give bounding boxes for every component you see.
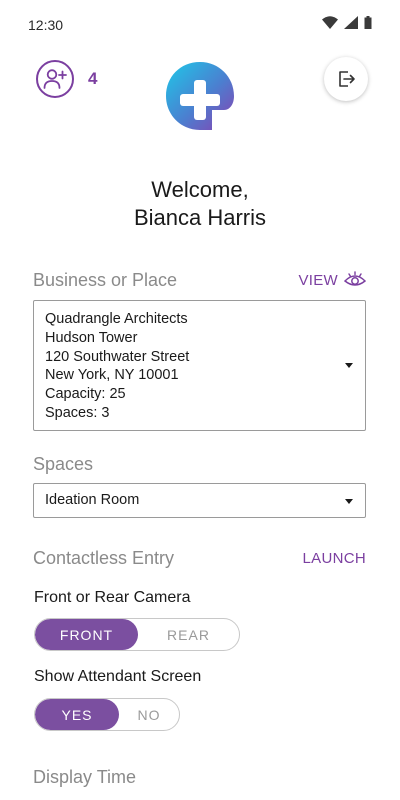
welcome-greeting: Welcome,: [151, 177, 249, 202]
business-label: Business or Place: [33, 270, 178, 290]
logout-button[interactable]: [324, 57, 368, 101]
spaces-selected-value: Ideation Room: [45, 492, 140, 508]
user-name: Bianca Harris: [133, 205, 267, 230]
app-logo: [166, 62, 234, 130]
business-city: New York, NY 10001: [45, 367, 179, 384]
attendant-option-yes[interactable]: YES: [35, 699, 119, 730]
spaces-select[interactable]: Ideation Room: [33, 483, 366, 518]
invite-user-button[interactable]: [36, 60, 74, 98]
business-select[interactable]: Quadrangle Architects Hudson Tower 120 S…: [33, 300, 366, 431]
business-name: Quadrangle Architects: [45, 311, 188, 327]
spaces-label: Spaces: [33, 454, 94, 474]
business-building: Hudson Tower: [45, 329, 138, 346]
business-street: 120 Southwater Street: [45, 348, 190, 365]
dropdown-caret-icon: [345, 499, 353, 504]
battery-icon: [364, 16, 372, 29]
launch-button[interactable]: LAUNCH: [303, 550, 366, 567]
status-icons: [322, 16, 372, 29]
status-time: 12:30: [28, 17, 64, 33]
view-button[interactable]: VIEW: [298, 271, 366, 289]
attendant-option-no[interactable]: NO: [119, 699, 179, 730]
contactless-label: Contactless Entry: [33, 548, 175, 568]
camera-option-front[interactable]: FRONT: [35, 619, 138, 650]
business-capacity: Capacity: 25: [45, 386, 126, 403]
signal-icon: [344, 16, 358, 29]
eye-icon: [344, 271, 366, 286]
invite-count[interactable]: 4: [88, 69, 97, 89]
camera-label: Front or Rear Camera: [34, 589, 191, 606]
status-bar: 12:30: [0, 0, 400, 50]
camera-toggle: FRONT REAR: [34, 618, 240, 651]
view-label: VIEW: [298, 271, 338, 289]
attendant-toggle: YES NO: [34, 698, 180, 731]
business-spaces: Spaces: 3: [45, 404, 110, 421]
wifi-icon: [322, 16, 338, 29]
add-user-icon: [43, 69, 67, 89]
attendant-label: Show Attendant Screen: [34, 668, 202, 685]
welcome-message: Welcome, Bianca Harris: [0, 176, 400, 232]
display-time-label: Display Time: [33, 767, 137, 787]
camera-option-rear[interactable]: REAR: [138, 619, 239, 650]
logout-icon: [339, 71, 355, 87]
dropdown-caret-icon: [345, 363, 353, 368]
